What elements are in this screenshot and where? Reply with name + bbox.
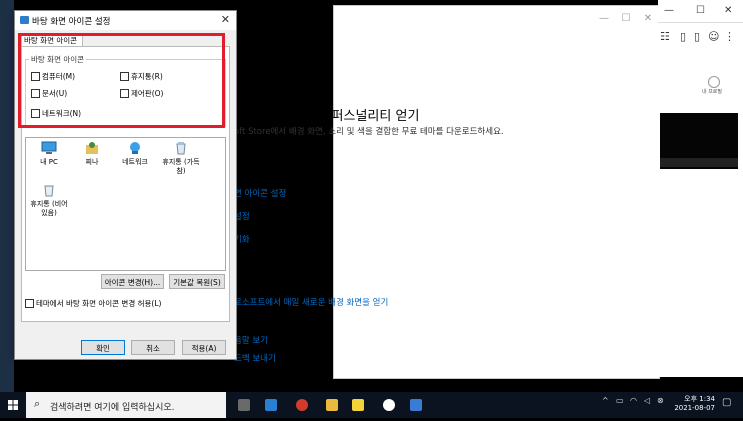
desktop-background	[0, 0, 14, 392]
battery-icon[interactable]: ▭	[616, 396, 624, 405]
checkbox-box[interactable]	[25, 299, 34, 308]
recycle-bin-full-icon	[173, 141, 189, 155]
ok-button[interactable]: 확인	[81, 340, 125, 355]
maximize-icon[interactable]: ☐	[615, 6, 637, 32]
edge-icon[interactable]	[265, 399, 277, 411]
settings-page-title: t	[238, 38, 249, 68]
clock-time: 오후 1:34	[684, 395, 715, 403]
chrome-icon[interactable]	[296, 399, 308, 411]
icon-label: 네트워크	[122, 158, 148, 166]
icon-label: 내 PC	[40, 158, 58, 166]
taskbar: ⌕ 검색하려면 여기에 입력하십시오. ^ ▭ ◠ ◁ ⊗ 오후 1:34 20…	[0, 392, 743, 418]
allow-themes-checkbox[interactable]: 테마에서 바탕 화면 아이콘 변경 허용(L)	[25, 298, 161, 309]
dialog-titlebar: 바탕 화면 아이콘 설정 ✕	[15, 11, 236, 30]
highlight-box	[18, 33, 225, 128]
sticky-notes-icon[interactable]	[352, 399, 364, 411]
search-box[interactable]: ⌕ 검색하려면 여기에 입력하십시오.	[26, 392, 226, 418]
daily-wallpaper-link[interactable]: 로소프트에서 매일 새로운 배경 화면을 얻기	[234, 296, 388, 308]
icon-label: 찌나	[85, 158, 99, 166]
restore-default-button[interactable]: 기본값 복원(S)	[169, 274, 225, 289]
file-explorer-icon[interactable]	[326, 399, 338, 411]
display-settings-icon	[20, 16, 29, 24]
settings-window: — ☐ ✕	[333, 5, 660, 379]
icon-label: 휴지통 (비어 있음)	[30, 200, 68, 217]
minimize-icon[interactable]: —	[664, 5, 674, 16]
settings-gear-icon[interactable]	[383, 399, 395, 411]
settings-subtext: oft Store에서 배경 화면, 소리 및 색을 결합한 무료 테마를 다운…	[234, 127, 504, 137]
computer-icon	[41, 141, 57, 155]
list-item-user-folder[interactable]: 찌나	[72, 141, 112, 167]
change-icon-button[interactable]: 아이콘 변경(H)...	[101, 274, 164, 289]
list-item-network[interactable]: 네트워크	[115, 141, 155, 167]
close-icon[interactable]: ✕	[724, 5, 732, 16]
maximize-icon[interactable]: ☐	[696, 5, 705, 16]
close-icon[interactable]: ✕	[637, 6, 659, 32]
menu-icon[interactable]: ⋮	[724, 30, 735, 43]
video-taskbar-strip	[660, 158, 738, 167]
window-controls: — ☐ ✕	[593, 6, 659, 32]
task-view-icon[interactable]	[238, 399, 250, 411]
search-icon: ⌕	[34, 397, 41, 410]
status-icon[interactable]: ⊗	[657, 396, 664, 405]
account-icon[interactable]	[708, 76, 720, 88]
profile-label: 내 프로필	[702, 89, 722, 95]
windows-logo-icon	[8, 400, 18, 410]
icon-label: 휴지통 (가득 참)	[162, 158, 200, 175]
minimize-icon[interactable]: —	[593, 6, 615, 32]
browser-titlebar: — ☐ ✕	[658, 0, 743, 23]
recycle-bin-empty-icon	[41, 183, 57, 197]
profile-icon[interactable]: ☺	[708, 30, 719, 43]
display-app-icon[interactable]	[410, 399, 422, 411]
clock-date: 2021-08-07	[674, 404, 715, 412]
related-settings-heading: 설정	[234, 170, 258, 185]
list-item-recycle-full[interactable]: 휴지통 (가득 참)	[161, 141, 201, 176]
chevron-up-icon[interactable]: ^	[602, 396, 609, 405]
get-help-link[interactable]: 움말 보기	[234, 334, 268, 346]
send-feedback-link[interactable]: 드백 보내기	[234, 352, 276, 364]
search-input[interactable]: 검색하려면 여기에 입력하십시오.	[50, 400, 175, 413]
list-item-recycle-empty[interactable]: 휴지통 (비어 있음)	[29, 183, 69, 218]
user-folder-icon	[84, 141, 100, 155]
wifi-icon[interactable]: ◠	[630, 396, 637, 405]
close-icon[interactable]: ✕	[221, 13, 230, 26]
start-button[interactable]	[0, 392, 26, 418]
network-icon	[127, 141, 143, 155]
browser-toolbar: ☷ ▯ ▯ ☺ ⋮	[658, 30, 743, 52]
checkbox-label: 테마에서 바탕 화면 아이콘 변경 허용(L)	[36, 299, 162, 308]
split-icon[interactable]: ▯	[680, 30, 686, 43]
cancel-button[interactable]: 취소	[131, 340, 175, 355]
desktop-icon-settings-link[interactable]: 면 아이콘 설정	[234, 187, 286, 199]
help-heading: 움말	[234, 276, 258, 291]
dialog-title: 바탕 화면 아이콘 설정	[32, 17, 111, 27]
list-item-this-pc[interactable]: 내 PC	[29, 141, 69, 167]
browser-window: — ☐ ✕ ☷ ▯ ▯ ☺ ⋮ 내 프로필	[658, 0, 743, 377]
apply-button[interactable]: 적용(A)	[182, 340, 226, 355]
tabs-icon[interactable]: ☷	[660, 30, 670, 43]
volume-icon[interactable]: ◁	[644, 396, 650, 405]
clock[interactable]: 오후 1:34 2021-08-07	[674, 395, 715, 413]
settings-heading: ows에서 더 많은 퍼스널리티 얻기	[234, 109, 420, 124]
notification-icon[interactable]: ▢	[722, 397, 731, 408]
reader-icon[interactable]: ▯	[694, 30, 700, 43]
